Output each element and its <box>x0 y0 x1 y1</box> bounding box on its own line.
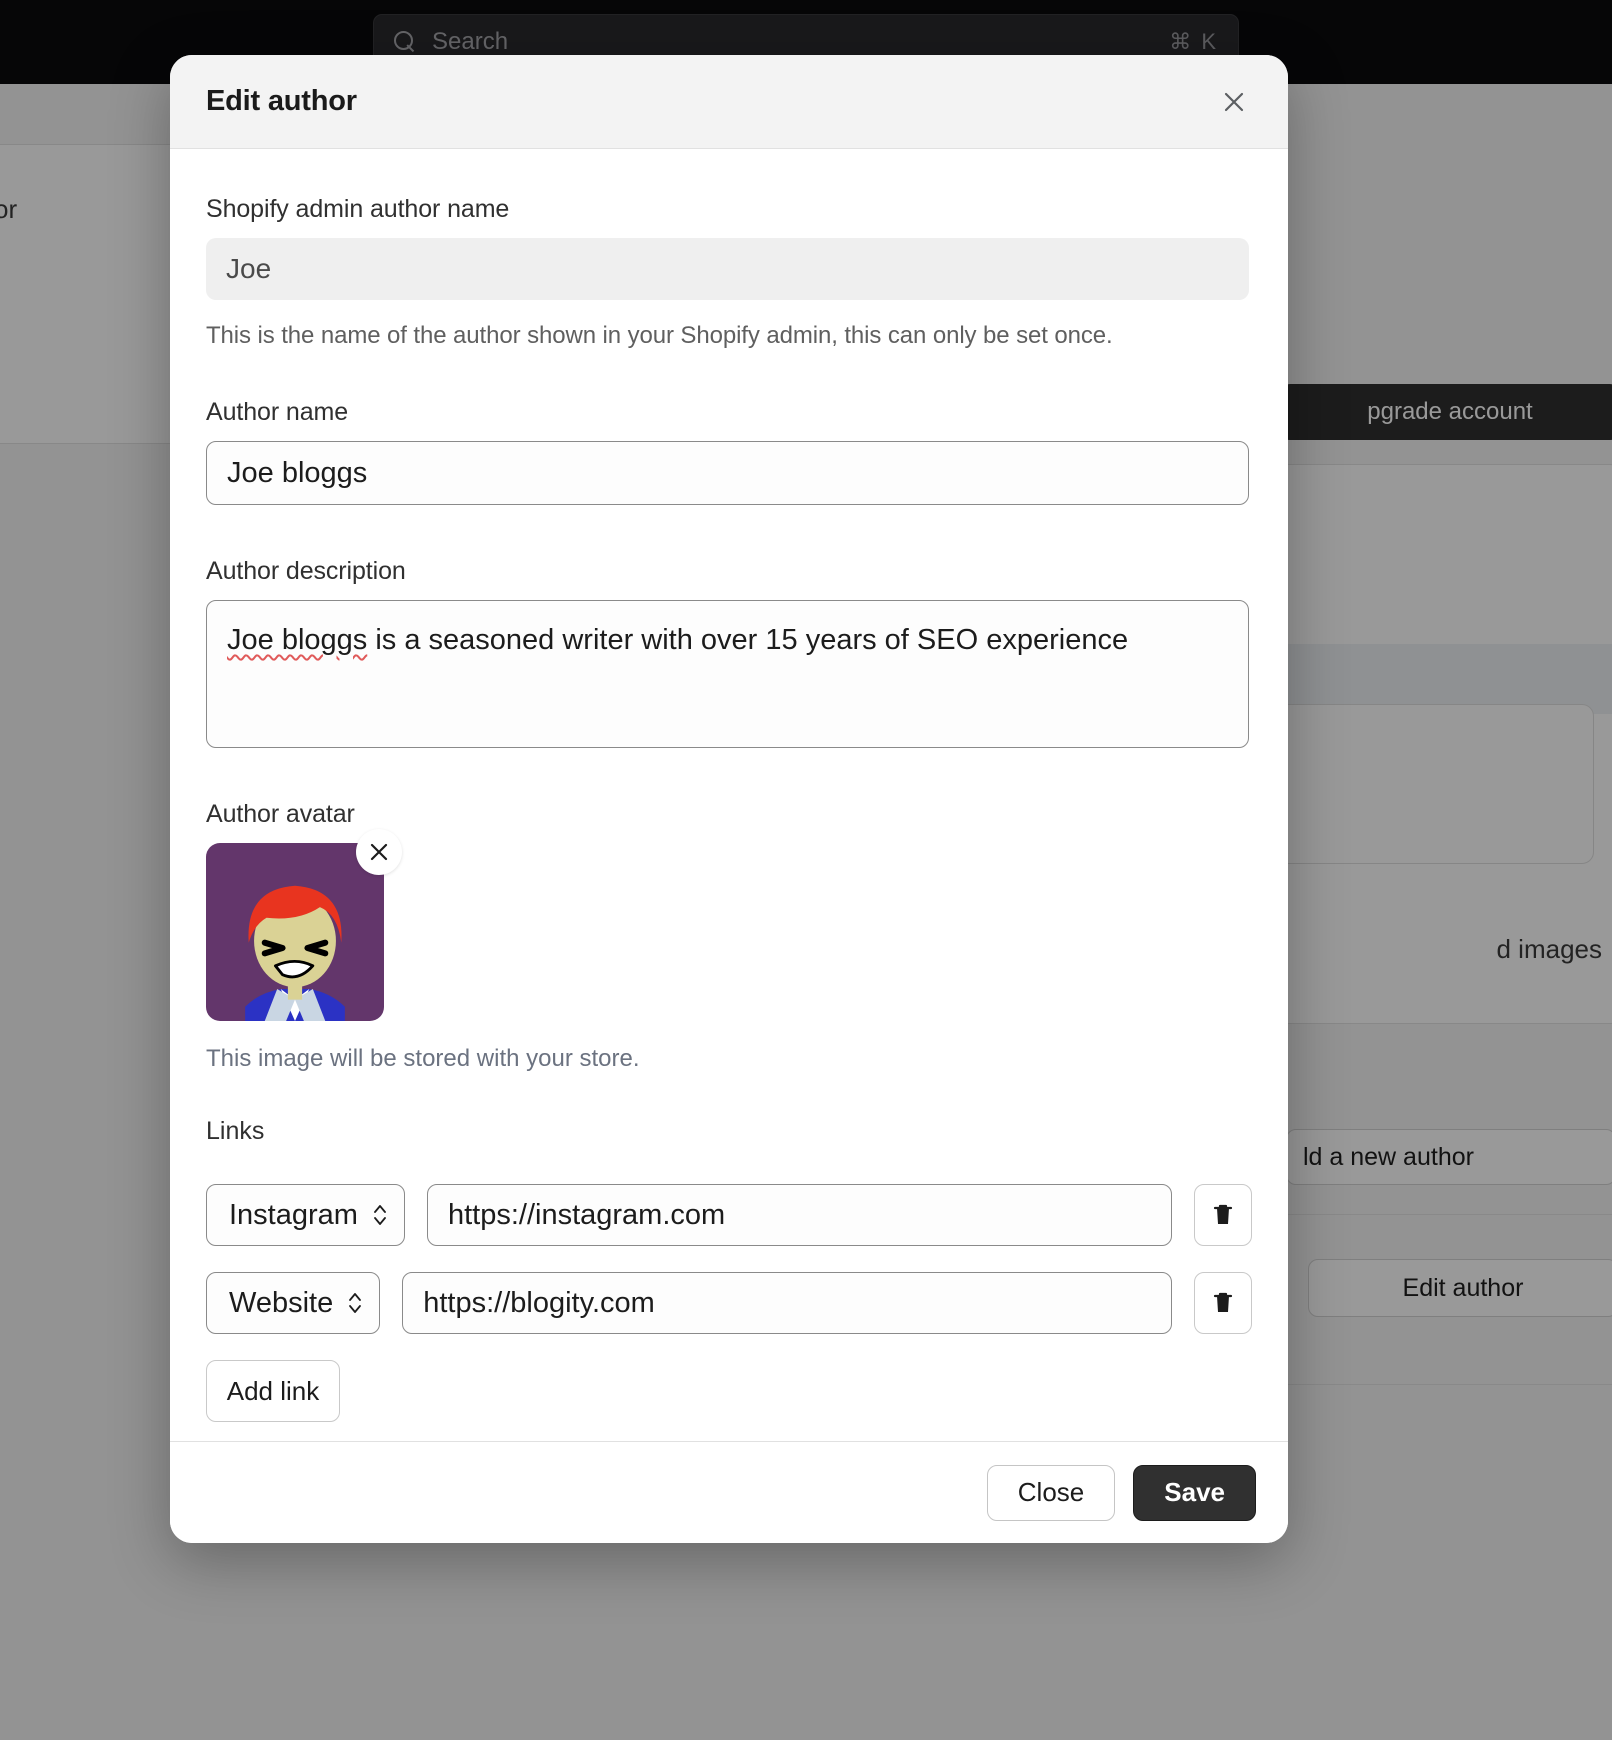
link-row: Website https://blogity.com <box>206 1272 1252 1334</box>
remove-avatar-button[interactable] <box>356 829 402 875</box>
close-icon[interactable] <box>1212 80 1256 124</box>
links-label: Links <box>206 1117 265 1145</box>
link-type-select[interactable]: Website <box>206 1272 381 1334</box>
link-type-value: Instagram <box>229 1198 358 1231</box>
link-row: Instagram https://instagram.com <box>206 1184 1252 1246</box>
field-shopify-admin-author-name: Shopify admin author name Joe This is th… <box>206 195 1252 350</box>
save-button[interactable]: Save <box>1133 1464 1256 1521</box>
author-name-label: Author name <box>206 398 349 426</box>
field-author-avatar: Author avatar This image will be stored … <box>206 800 1252 1073</box>
author-description-misspelled-text: Joe bloggs <box>227 624 368 656</box>
modal-header: Edit author <box>170 55 1288 149</box>
modal-title: Edit author <box>206 85 357 117</box>
shopify-admin-author-name-input: Joe <box>206 238 1249 300</box>
modal-footer: Close Save <box>170 1441 1288 1543</box>
link-type-value: Website <box>229 1286 334 1319</box>
trash-icon[interactable] <box>1194 1184 1252 1246</box>
author-description-label: Author description <box>206 557 406 585</box>
field-author-description: Author description Joe bloggs is a seaso… <box>206 557 1252 748</box>
add-link-button[interactable]: Add link <box>206 1360 340 1422</box>
avatar <box>206 843 384 1021</box>
shopify-admin-author-name-label: Shopify admin author name <box>206 195 510 223</box>
link-url-input[interactable]: https://instagram.com <box>426 1184 1172 1246</box>
author-avatar-label: Author avatar <box>206 800 355 828</box>
shopify-admin-author-name-help: This is the name of the author shown in … <box>206 322 1113 349</box>
author-name-input[interactable]: Joe bloggs <box>206 441 1249 505</box>
chevron-updown-icon <box>347 1290 363 1316</box>
chevron-updown-icon <box>372 1202 388 1228</box>
link-type-select[interactable]: Instagram <box>206 1184 405 1246</box>
author-description-textarea[interactable]: Joe bloggs is a seasoned writer with ove… <box>206 600 1249 748</box>
edit-author-modal: Edit author Shopify admin author name Jo… <box>170 55 1288 1543</box>
field-author-name: Author name Joe bloggs <box>206 398 1252 505</box>
trash-icon[interactable] <box>1194 1272 1252 1334</box>
close-button[interactable]: Close <box>986 1464 1116 1521</box>
link-url-input[interactable]: https://blogity.com <box>402 1272 1172 1334</box>
avatar-help-text: This image will be stored with your stor… <box>206 1045 640 1072</box>
author-description-rest-text: is a seasoned writer with over 15 years … <box>367 624 1129 656</box>
modal-body: Shopify admin author name Joe This is th… <box>170 149 1288 1441</box>
avatar-container <box>206 829 402 1021</box>
